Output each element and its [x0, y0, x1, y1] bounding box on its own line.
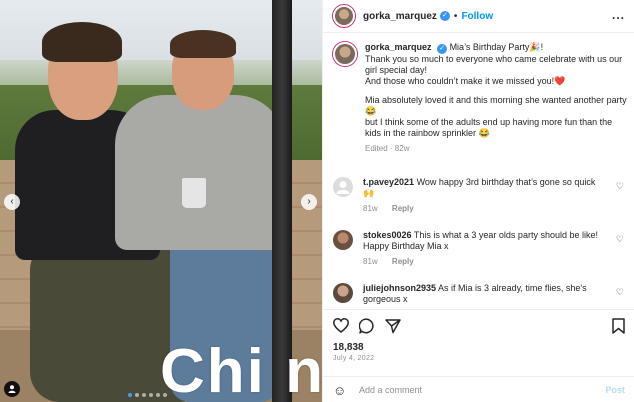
watermark: Chi n — [160, 337, 322, 402]
photo-plastic-cup — [182, 178, 206, 208]
caption-line: but I think some of the adults end up ha… — [365, 117, 613, 138]
user-tag-icon[interactable] — [4, 381, 20, 397]
caption-meta: Edited · 82w — [365, 144, 410, 153]
prev-photo-button[interactable]: ‹ — [4, 194, 20, 210]
header-username[interactable]: gorka_marquez — [363, 11, 437, 22]
carousel-dot — [135, 393, 139, 397]
verified-badge-icon: ✓ — [439, 11, 450, 21]
action-bar — [323, 309, 634, 339]
likes-count[interactable]: 18,838 — [333, 342, 364, 353]
caption-username[interactable]: gorka_marquez — [365, 42, 432, 52]
header-separator: • — [453, 10, 458, 22]
comment-item: stokes0026 This is what a 3 year olds pa… — [333, 230, 628, 267]
photo-person-right-shirt — [115, 95, 285, 250]
comment-username[interactable]: juliejohnson2935 — [363, 283, 436, 293]
post-photo[interactable]: ‹ › Chi n — [0, 0, 322, 402]
share-icon[interactable] — [385, 318, 401, 337]
post-caption: gorka_marquez ✓ Mia’s Birthday Party🎉! T… — [333, 42, 628, 154]
carousel-dot — [128, 393, 132, 397]
comment-time: 81w — [363, 257, 378, 266]
heart-icon[interactable]: ♡ — [616, 234, 624, 245]
caption-body: gorka_marquez ✓ Mia’s Birthday Party🎉! T… — [365, 42, 628, 154]
comment-meta: 81w Reply — [363, 256, 603, 267]
reply-button[interactable]: Reply — [392, 257, 414, 266]
photo-person-left-hair — [42, 22, 122, 62]
caption-line: Mia’s Birthday Party🎉! — [449, 42, 544, 52]
comment-icon[interactable] — [358, 318, 375, 337]
comment-avatar[interactable] — [333, 177, 353, 197]
comment-body: t.pavey2021 Wow happy 3rd birthday that’… — [363, 177, 603, 214]
emoji-icon[interactable]: ☺ — [333, 383, 346, 398]
comment-username[interactable]: t.pavey2021 — [363, 177, 414, 187]
comment-avatar[interactable] — [333, 230, 353, 250]
heart-icon[interactable]: ♡ — [616, 181, 624, 192]
comment-body: stokes0026 This is what a 3 year olds pa… — [363, 230, 603, 267]
comment-username[interactable]: stokes0026 — [363, 230, 412, 240]
post-button[interactable]: Post — [605, 385, 625, 395]
comment-time: 81w — [363, 204, 378, 213]
post-details-pane: gorka_marquez ✓ • Follow ... gorka_marqu… — [322, 0, 634, 402]
bookmark-icon[interactable] — [612, 318, 625, 337]
caption-line: Mia absolutely loved it and this morning… — [365, 95, 627, 116]
carousel-dot — [149, 393, 153, 397]
comment-item: t.pavey2021 Wow happy 3rd birthday that’… — [333, 177, 628, 214]
post-date: July 4, 2022 — [333, 355, 375, 362]
heart-icon[interactable]: ♡ — [616, 287, 624, 298]
comment-meta: 81w Reply — [363, 203, 603, 214]
follow-button[interactable]: Follow — [461, 11, 493, 22]
more-options-button[interactable]: ... — [612, 8, 625, 22]
add-comment-input[interactable]: Add a comment — [359, 385, 422, 395]
next-photo-button[interactable]: › — [301, 194, 317, 210]
photo-person-right-hair — [170, 30, 236, 58]
caption-line: And those who couldn’t make it we missed… — [365, 76, 566, 86]
comment-item: juliejohnson2935 As if Mia is 3 already,… — [333, 283, 628, 305]
heart-icon[interactable] — [333, 318, 349, 336]
add-comment-bar: ☺ Add a comment Post — [323, 376, 634, 402]
reply-button[interactable]: Reply — [392, 204, 414, 213]
comment-body: juliejohnson2935 As if Mia is 3 already,… — [363, 283, 603, 305]
caption-avatar[interactable] — [333, 42, 357, 66]
caption-line: Thank you so much to everyone who came c… — [365, 54, 623, 75]
avatar[interactable] — [333, 5, 355, 27]
carousel-dot — [142, 393, 146, 397]
comment-avatar[interactable] — [333, 283, 353, 303]
verified-badge-icon: ✓ — [437, 44, 448, 54]
post-header: gorka_marquez ✓ • Follow ... — [323, 0, 634, 33]
